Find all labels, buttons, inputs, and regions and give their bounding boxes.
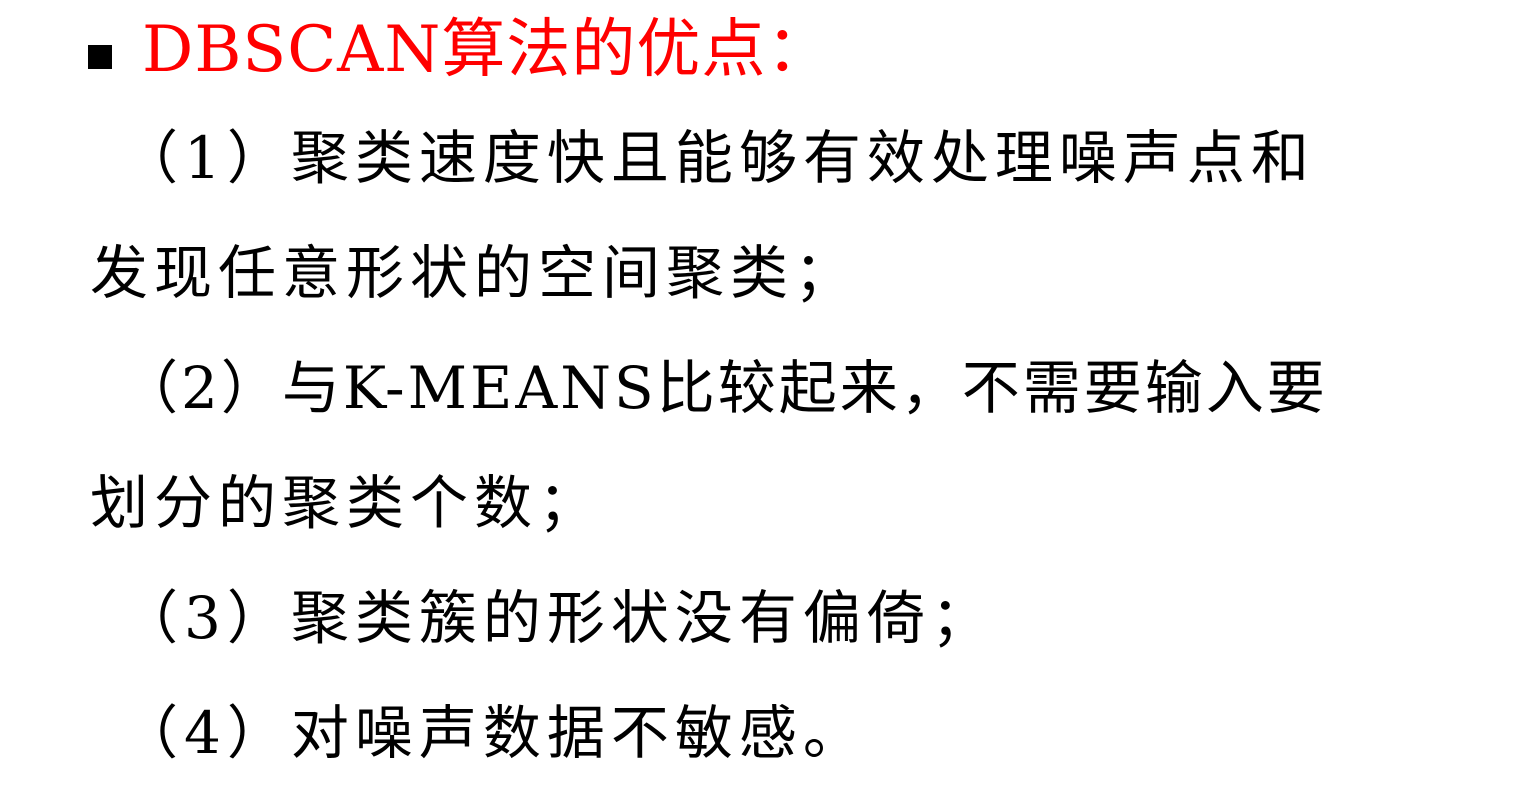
heading-title: DBSCAN算法的优点： (142, 13, 832, 87)
advantage-2-line-1: （2）与K-MEANS比较起来，不需要输入要 (120, 354, 1328, 422)
advantage-1-line-1: （1）聚类速度快且能够有效处理噪声点和 (120, 124, 1315, 192)
advantage-3-line: （3）聚类簇的形状没有偏倚； (120, 584, 995, 652)
advantage-4-line: （4）对噪声数据不敏感。 (120, 699, 867, 767)
slide-heading: DBSCAN算法的优点： (88, 8, 831, 92)
advantage-1-line-2: 发现任意形状的空间聚类； (90, 239, 859, 307)
black-square-bullet-icon (88, 45, 112, 69)
advantage-2-line-2: 划分的聚类个数； (90, 469, 603, 537)
slide: DBSCAN算法的优点： （1）聚类速度快且能够有效处理噪声点和 发现任意形状的… (0, 0, 1530, 800)
